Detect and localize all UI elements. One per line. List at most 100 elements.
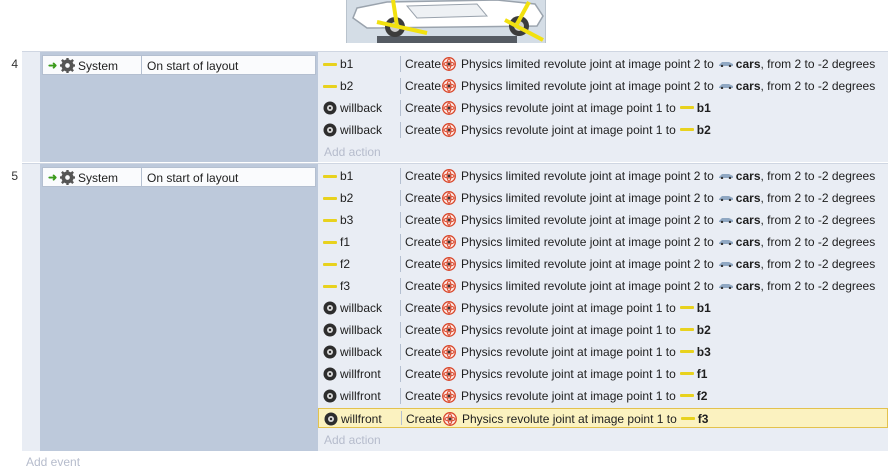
action-row[interactable]: b3 Create Physics limited revolute joint a…	[318, 210, 888, 230]
physics-icon	[442, 389, 456, 403]
action-description: Physics revolute joint at image point 1 …	[461, 367, 707, 381]
event-block-4[interactable]: ➜ System On start of layout b1 Create Phys…	[22, 51, 888, 162]
action-verb: Create	[405, 323, 442, 337]
action-description: Physics revolute joint at image point 1 …	[461, 389, 707, 403]
add-event-link[interactable]: Add event	[26, 455, 80, 469]
action-object: willback	[340, 345, 383, 359]
physics-icon	[442, 301, 456, 315]
physics-icon	[443, 412, 457, 426]
physics-icon	[442, 101, 456, 115]
action-object: willback	[340, 323, 383, 337]
car-icon	[718, 61, 733, 67]
physics-icon	[442, 79, 456, 93]
action-verb: Create	[405, 101, 442, 115]
action-description: Physics revolute joint at image point 1 …	[461, 123, 711, 137]
action-row[interactable]: f2 Create Physics limited revolute joint a…	[318, 254, 888, 274]
action-target: b1	[696, 301, 711, 315]
action-verb: Create	[405, 213, 442, 227]
action-target: b3	[696, 345, 711, 359]
action-target: cars	[735, 279, 761, 293]
action-target: cars	[735, 57, 761, 71]
action-behavior: Physics revolute joint at image point 1 …	[461, 123, 676, 137]
car-icon	[718, 195, 733, 201]
action-object: b1	[340, 169, 354, 183]
physics-icon	[442, 191, 456, 205]
yellow-line-icon	[679, 128, 694, 132]
action-target: cars	[735, 235, 761, 249]
action-object: willback	[340, 123, 383, 137]
action-target: f3	[697, 412, 709, 426]
physics-icon	[442, 279, 456, 293]
add-action-link[interactable]: Add action	[324, 145, 381, 163]
action-description: Physics limited revolute joint at image …	[461, 191, 875, 205]
action-row[interactable]: b1 Create Physics limited revolute joint a…	[318, 166, 888, 186]
action-object: willback	[340, 101, 383, 115]
action-row[interactable]: b2 Create Physics limited revolute joint a…	[318, 188, 888, 208]
action-row[interactable]: willback Create Physics revolute joint at …	[318, 120, 888, 140]
action-description: Physics limited revolute joint at image …	[461, 213, 875, 227]
event-block-5[interactable]: ➜ System On start of layout b1 Create Phys…	[22, 163, 888, 451]
physics-icon	[442, 213, 456, 227]
action-verb: Create	[405, 257, 442, 271]
action-behavior: Physics limited revolute joint at image …	[461, 79, 714, 93]
action-description: Physics limited revolute joint at image …	[461, 57, 875, 71]
action-description: Physics revolute joint at image point 1 …	[461, 323, 711, 337]
action-target: cars	[735, 169, 761, 183]
action-description: Physics revolute joint at image point 1 …	[462, 412, 708, 426]
action-row[interactable]: b2 Create Physics limited revolute joint a…	[318, 76, 888, 96]
action-target: b1	[696, 101, 711, 115]
condition-row[interactable]: ➜ System On start of layout	[42, 167, 316, 187]
yellow-line-icon	[679, 394, 694, 398]
condition-row[interactable]: ➜ System On start of layout	[42, 55, 316, 75]
wheel-icon	[323, 123, 337, 137]
condition-object: System	[78, 59, 119, 73]
action-suffix: , from 2 to -2 degrees	[760, 279, 876, 293]
action-row[interactable]: b1 Create Physics limited revolute joint a…	[318, 54, 888, 74]
action-verb: Create	[405, 191, 442, 205]
action-row[interactable]: willfront Create Physics revolute joint at…	[318, 408, 888, 428]
action-suffix: , from 2 to -2 degrees	[760, 169, 876, 183]
action-behavior: Physics limited revolute joint at image …	[461, 279, 714, 293]
physics-icon	[442, 235, 456, 249]
condition-text: On start of layout	[147, 59, 239, 73]
action-row[interactable]: f1 Create Physics limited revolute joint a…	[318, 232, 888, 252]
add-action-link[interactable]: Add action	[324, 433, 381, 451]
action-description: Physics limited revolute joint at image …	[461, 79, 875, 93]
action-verb: Create	[405, 279, 442, 293]
car-icon	[718, 173, 733, 179]
condition-column: ➜ System On start of layout	[40, 52, 318, 162]
action-row[interactable]: willback Create Physics revolute joint at …	[318, 342, 888, 362]
action-verb: Create	[405, 123, 442, 137]
action-suffix: , from 2 to -2 degrees	[760, 257, 876, 271]
gear-icon	[60, 58, 75, 73]
action-suffix: , from 2 to -2 degrees	[760, 235, 876, 249]
action-row[interactable]: willback Create Physics revolute joint at …	[318, 298, 888, 318]
action-verb: Create	[405, 235, 442, 249]
action-behavior: Physics limited revolute joint at image …	[461, 257, 714, 271]
action-description: Physics limited revolute joint at image …	[461, 169, 875, 183]
action-row[interactable]: willfront Create Physics revolute joint at…	[318, 364, 888, 384]
action-verb: Create	[405, 57, 442, 71]
car-icon	[718, 217, 733, 223]
trigger-arrow-icon: ➜	[48, 60, 58, 72]
condition-text: On start of layout	[147, 171, 239, 185]
action-verb: Create	[405, 389, 442, 403]
yellow-line-icon	[323, 257, 337, 271]
action-verb: Create	[405, 169, 442, 183]
yellow-line-icon	[679, 106, 694, 110]
action-row[interactable]: willback Create Physics revolute joint at …	[318, 98, 888, 118]
action-verb: Create	[406, 412, 443, 426]
action-verb: Create	[405, 301, 442, 315]
yellow-line-icon	[679, 350, 694, 354]
car-icon	[718, 261, 733, 267]
action-row[interactable]: willfront Create Physics revolute joint at…	[318, 386, 888, 406]
action-behavior: Physics revolute joint at image point 1 …	[462, 412, 677, 426]
action-target: b2	[696, 323, 711, 337]
action-target: cars	[735, 191, 761, 205]
wheel-icon	[323, 301, 337, 315]
action-suffix: , from 2 to -2 degrees	[760, 191, 876, 205]
action-row[interactable]: willback Create Physics revolute joint at …	[318, 320, 888, 340]
action-row[interactable]: f3 Create Physics limited revolute joint a…	[318, 276, 888, 296]
action-object: b3	[340, 213, 354, 227]
action-verb: Create	[405, 367, 442, 381]
